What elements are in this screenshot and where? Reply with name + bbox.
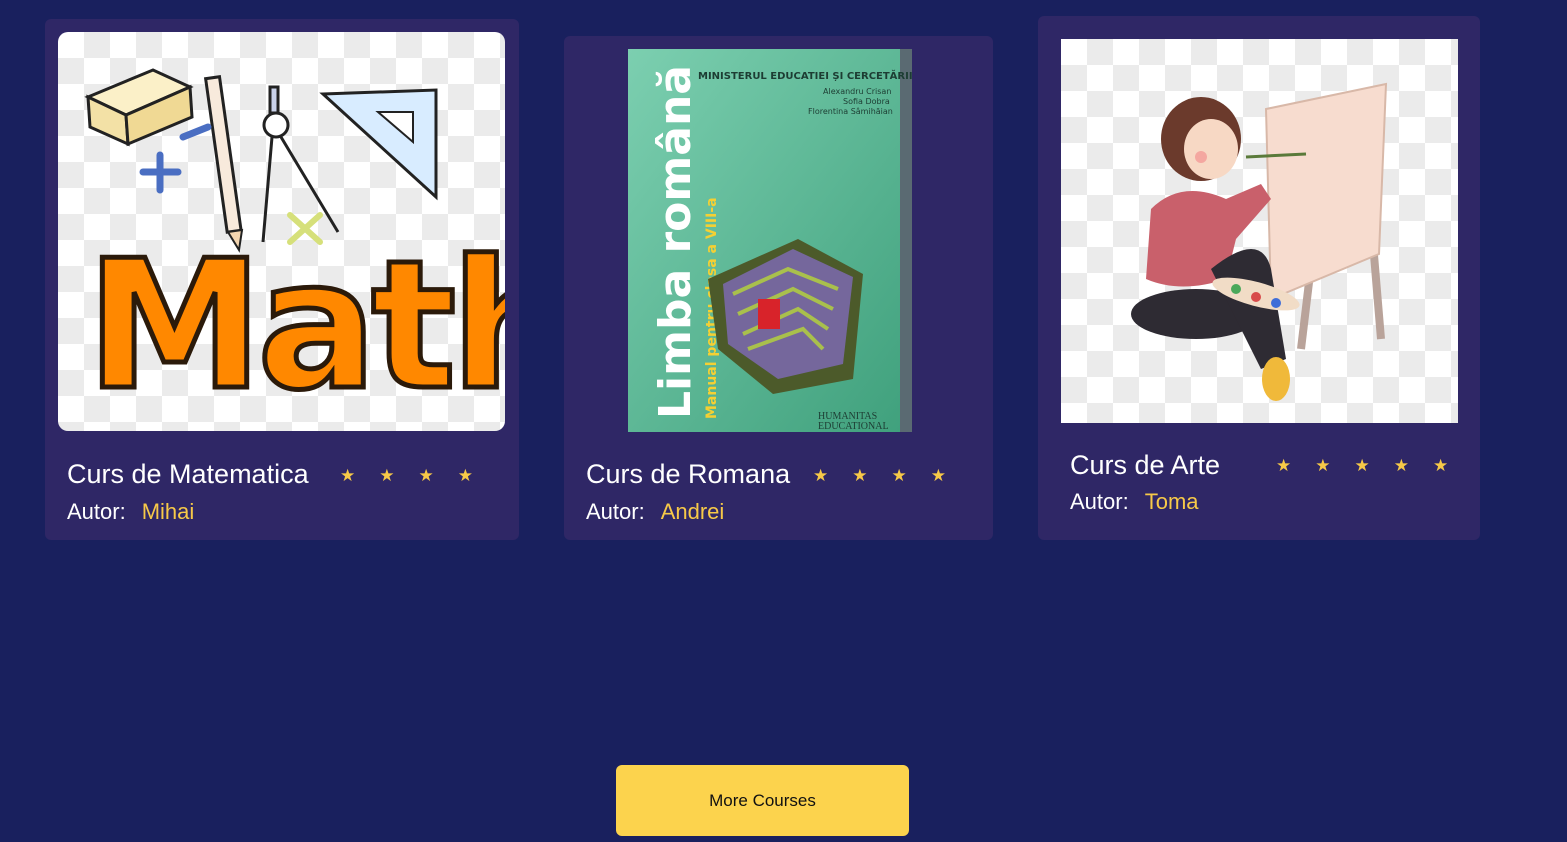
plus-icon: [139, 151, 182, 194]
star-icon: ★: [1315, 456, 1331, 475]
rating-stars: ★ ★ ★ ★ ★: [1276, 457, 1448, 474]
book-author-1: Alexandru Crisan: [823, 87, 891, 96]
rating-stars: ★ ★ ★ ★: [813, 467, 946, 484]
author-name: Andrei: [660, 499, 725, 524]
star-icon: ★: [1393, 456, 1409, 475]
star-icon: ★: [1433, 456, 1449, 475]
course-card-arte[interactable]: Curs de Arte ★ ★ ★ ★ ★ Autor: Toma: [1038, 16, 1480, 540]
star-icon: ★: [891, 466, 907, 485]
compass-icon: [261, 85, 340, 243]
course-author: Autor: Mihai: [67, 499, 194, 525]
course-card-math[interactable]: Math Curs de Matematica ★ ★ ★ ★ Autor: Mi…: [45, 19, 519, 540]
math-course-image: Math: [58, 32, 505, 431]
star-icon: ★: [379, 466, 395, 485]
author-label: Autor:: [586, 499, 645, 524]
star-icon: ★: [457, 466, 473, 485]
star-icon: ★: [930, 466, 946, 485]
book-publisher-2: EDUCATIONAL: [818, 421, 889, 432]
author-name: Toma: [1144, 489, 1199, 514]
romana-course-image: MINISTERUL EDUCATIEI ȘI CERCETĂRII Alexa…: [628, 49, 928, 432]
eraser-icon: [84, 68, 194, 147]
course-title[interactable]: Curs de Arte: [1070, 450, 1220, 481]
star-icon: ★: [813, 466, 829, 485]
star-icon: ★: [418, 466, 434, 485]
author-label: Autor:: [1070, 489, 1129, 514]
author-label: Autor:: [67, 499, 126, 524]
rating-stars: ★ ★ ★ ★: [340, 467, 473, 484]
course-title[interactable]: Curs de Matematica: [67, 459, 309, 490]
star-icon: ★: [852, 466, 868, 485]
book-author-3: Florentina Sâmihăian: [808, 107, 893, 116]
course-author: Autor: Andrei: [586, 499, 724, 525]
book-ministry-text: MINISTERUL EDUCATIEI ȘI CERCETĂRII: [698, 69, 913, 82]
set-square-icon: [319, 88, 438, 201]
book-title: Limba română: [650, 65, 701, 419]
star-icon: ★: [340, 466, 356, 485]
course-author: Autor: Toma: [1070, 489, 1199, 515]
course-title[interactable]: Curs de Romana: [586, 459, 790, 490]
math-word: Math: [86, 222, 505, 429]
minus-icon: [179, 123, 212, 141]
star-icon: ★: [1354, 456, 1370, 475]
more-courses-button[interactable]: More Courses: [616, 765, 909, 836]
star-icon: ★: [1276, 456, 1292, 475]
arte-course-image: [1061, 39, 1458, 423]
author-name: Mihai: [141, 499, 195, 524]
book-author-2: Sofia Dobra: [843, 97, 890, 106]
course-card-romana[interactable]: MINISTERUL EDUCATIEI ȘI CERCETĂRII Alexa…: [564, 36, 993, 540]
